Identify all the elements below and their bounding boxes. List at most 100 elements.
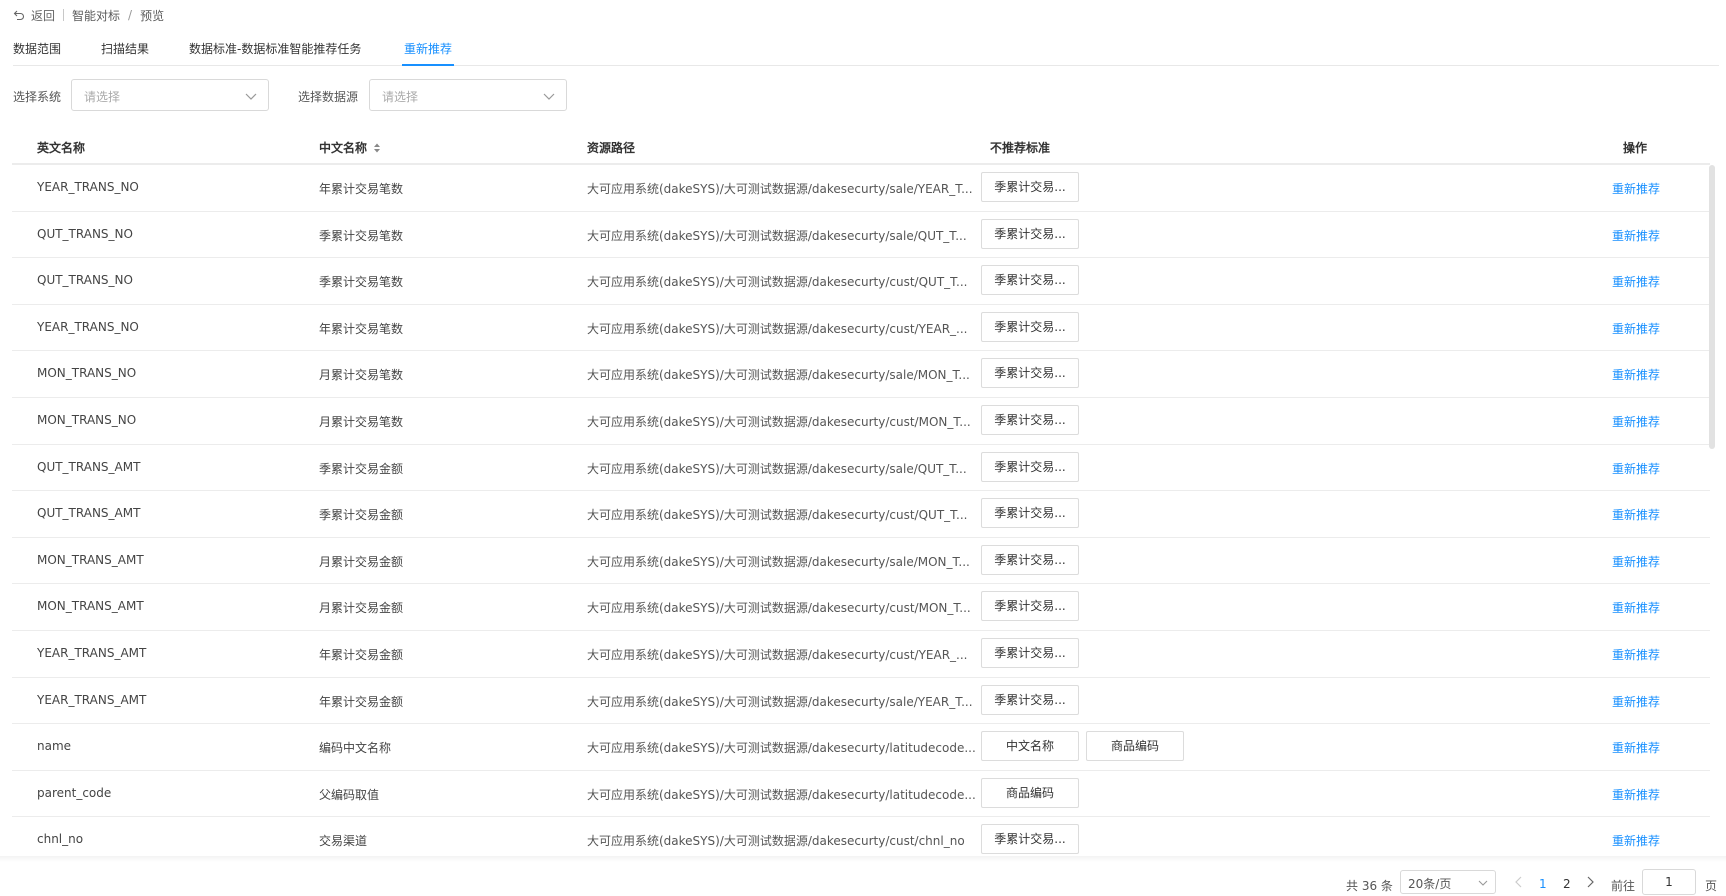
page-number-1[interactable]: 1 bbox=[1539, 877, 1547, 891]
standard-tag[interactable]: 商品编码 bbox=[981, 777, 1079, 808]
cell-resource-path: 大可应用系统(dakeSYS)/大可测试数据源/dakesecurty/cust… bbox=[587, 647, 968, 662]
standard-tag[interactable]: 季累计交易... bbox=[981, 311, 1079, 342]
standard-tag[interactable]: 季累计交易... bbox=[981, 404, 1079, 435]
re-recommend-link[interactable]: 重新推荐 bbox=[1612, 413, 1660, 430]
column-header-resource-path: 资源路径 bbox=[587, 141, 636, 155]
datasource-select-placeholder: 请选择 bbox=[382, 90, 419, 104]
standard-tag[interactable]: 季累计交易... bbox=[981, 218, 1079, 249]
standard-tag[interactable]: 季累计交易... bbox=[981, 451, 1079, 482]
cell-resource-path: 大可应用系统(dakeSYS)/大可测试数据源/dakesecurty/cust… bbox=[587, 601, 971, 616]
re-recommend-link[interactable]: 重新推荐 bbox=[1612, 786, 1660, 803]
standard-tag[interactable]: 季累计交易... bbox=[981, 591, 1079, 622]
cell-english-name: MON_TRANS_AMT bbox=[37, 552, 144, 567]
cell-english-name: MON_TRANS_NO bbox=[37, 366, 137, 381]
goto-label: 前往 bbox=[1611, 879, 1636, 893]
table-row: QUT_TRANS_AMT 季累计交易金额 大可应用系统(dakeSYS)/大可测试… bbox=[12, 445, 1710, 492]
re-recommend-link[interactable]: 重新推荐 bbox=[1612, 599, 1660, 616]
cell-chinese-name: 年累计交易金额 bbox=[319, 647, 404, 662]
datasource-filter-label: 选择数据源 bbox=[298, 90, 359, 104]
cell-resource-path: 大可应用系统(dakeSYS)/大可测试数据源/dakesecurty/cust… bbox=[587, 321, 968, 336]
cell-resource-path: 大可应用系统(dakeSYS)/大可测试数据源/dakesecurty/cust… bbox=[587, 508, 968, 523]
standard-tag[interactable]: 中文名称 bbox=[981, 731, 1079, 762]
back-button[interactable]: 返回 bbox=[13, 7, 55, 24]
cell-english-name: QUT_TRANS_AMT bbox=[37, 459, 141, 474]
tab-scan-results[interactable]: 扫描结果 bbox=[101, 41, 149, 65]
cell-resource-path: 大可应用系统(dakeSYS)/大可测试数据源/dakesecurty/sale… bbox=[587, 554, 970, 569]
standard-tag[interactable]: 季累计交易... bbox=[981, 684, 1079, 715]
table-body: YEAR_TRANS_NO 年累计交易笔数 大可应用系统(dakeSYS)/大可测试… bbox=[12, 165, 1710, 857]
table-header: 英文名称 中文名称 资源路径 不推荐标准 操作 bbox=[12, 127, 1710, 165]
cell-chinese-name: 年累计交易笔数 bbox=[319, 321, 404, 336]
table-row: parent_code 父编码取值 大可应用系统(dakeSYS)/大可测试数据源/… bbox=[12, 771, 1710, 818]
pagination-total: 共 36 条 bbox=[1346, 879, 1393, 893]
standard-tag[interactable]: 季累计交易... bbox=[981, 544, 1079, 575]
cell-resource-path: 大可应用系统(dakeSYS)/大可测试数据源/dakesecurty/lati… bbox=[587, 787, 976, 802]
cell-chinese-name: 季累计交易笔数 bbox=[319, 228, 404, 243]
system-select-placeholder: 请选择 bbox=[84, 90, 121, 104]
table-row: MON_TRANS_AMT 月累计交易金额 大可应用系统(dakeSYS)/大可测试… bbox=[12, 584, 1710, 631]
page-size-select[interactable]: 20条/页 bbox=[1400, 870, 1496, 894]
breadcrumb-item-preview: 预览 bbox=[140, 8, 165, 23]
tab-re-recommend[interactable]: 重新推荐 bbox=[401, 41, 455, 66]
back-label: 返回 bbox=[31, 8, 56, 23]
table-bottom-shadow bbox=[0, 856, 1726, 862]
breadcrumb-divider bbox=[63, 9, 65, 21]
cell-resource-path: 大可应用系统(dakeSYS)/大可测试数据源/dakesecurty/sale… bbox=[587, 228, 967, 243]
standard-tag[interactable]: 季累计交易... bbox=[981, 824, 1079, 855]
cell-english-name: MON_TRANS_AMT bbox=[37, 599, 144, 614]
standard-tag[interactable]: 季累计交易... bbox=[981, 172, 1079, 202]
cell-chinese-name: 月累计交易金额 bbox=[319, 554, 404, 569]
table-scrollbar[interactable] bbox=[1709, 165, 1715, 449]
cell-resource-path: 大可应用系统(dakeSYS)/大可测试数据源/dakesecurty/sale… bbox=[587, 368, 970, 383]
standard-tag[interactable]: 季累计交易... bbox=[981, 498, 1079, 529]
table-row: name 编码中文名称 大可应用系统(dakeSYS)/大可测试数据源/dakese… bbox=[12, 724, 1710, 771]
tab-standard-recommend-task[interactable]: 数据标准-数据标准智能推荐任务 bbox=[189, 41, 361, 65]
table-row: MON_TRANS_NO 月累计交易笔数 大可应用系统(dakeSYS)/大可测试数… bbox=[12, 398, 1710, 445]
table-row: QUT_TRANS_AMT 季累计交易金额 大可应用系统(dakeSYS)/大可测试… bbox=[12, 491, 1710, 538]
breadcrumb-item-smart-benchmark[interactable]: 智能对标 bbox=[72, 7, 120, 24]
table-row: QUT_TRANS_NO 季累计交易笔数 大可应用系统(dakeSYS)/大可测试数… bbox=[12, 212, 1710, 259]
re-recommend-link[interactable]: 重新推荐 bbox=[1612, 320, 1660, 337]
sort-icon[interactable] bbox=[373, 142, 381, 154]
breadcrumb: 返回 智能对标 / 预览 bbox=[13, 7, 164, 23]
re-recommend-link[interactable]: 重新推荐 bbox=[1612, 366, 1660, 383]
re-recommend-link[interactable]: 重新推荐 bbox=[1612, 460, 1660, 477]
re-recommend-link[interactable]: 重新推荐 bbox=[1612, 646, 1660, 663]
re-recommend-link[interactable]: 重新推荐 bbox=[1612, 180, 1660, 197]
tab-data-scope[interactable]: 数据范围 bbox=[13, 41, 61, 65]
cell-english-name: YEAR_TRANS_NO bbox=[37, 180, 139, 194]
standard-tag[interactable]: 商品编码 bbox=[1086, 731, 1184, 762]
datasource-select[interactable]: 请选择 bbox=[369, 79, 567, 111]
system-select[interactable]: 请选择 bbox=[71, 79, 269, 111]
page-number-2[interactable]: 2 bbox=[1563, 877, 1571, 891]
re-recommend-link[interactable]: 重新推荐 bbox=[1612, 693, 1660, 710]
re-recommend-link[interactable]: 重新推荐 bbox=[1612, 553, 1660, 570]
goto-page-input[interactable]: 1 bbox=[1642, 869, 1696, 895]
table-row: QUT_TRANS_NO 季累计交易笔数 大可应用系统(dakeSYS)/大可测试数… bbox=[12, 258, 1710, 305]
cell-english-name: name bbox=[37, 739, 72, 754]
chevron-down-icon bbox=[543, 93, 555, 100]
re-recommend-link[interactable]: 重新推荐 bbox=[1612, 739, 1660, 756]
re-recommend-link[interactable]: 重新推荐 bbox=[1612, 273, 1660, 290]
column-header-chinese-name-label: 中文名称 bbox=[319, 141, 368, 155]
tab-bar: 数据范围 扫描结果 数据标准-数据标准智能推荐任务 重新推荐 bbox=[13, 38, 1719, 66]
standard-tag[interactable]: 季累计交易... bbox=[981, 637, 1079, 668]
recommend-table: 英文名称 中文名称 资源路径 不推荐标准 操作 YEAR_TRANS_NO 年累计… bbox=[12, 127, 1710, 857]
standard-tag[interactable]: 季累计交易... bbox=[981, 358, 1079, 389]
goto-unit: 页 bbox=[1705, 879, 1718, 893]
re-recommend-link[interactable]: 重新推荐 bbox=[1612, 832, 1660, 849]
cell-chinese-name: 月累计交易笔数 bbox=[319, 368, 404, 383]
table-row: YEAR_TRANS_NO 年累计交易笔数 大可应用系统(dakeSYS)/大可测试… bbox=[12, 165, 1710, 212]
prev-page-icon[interactable] bbox=[1512, 874, 1526, 890]
next-page-icon[interactable] bbox=[1583, 874, 1597, 890]
column-header-operation: 操作 bbox=[1623, 141, 1648, 155]
cell-english-name: MON_TRANS_NO bbox=[37, 412, 137, 427]
standard-tag[interactable]: 季累计交易... bbox=[981, 265, 1079, 296]
re-recommend-link[interactable]: 重新推荐 bbox=[1612, 227, 1660, 244]
cell-english-name: QUT_TRANS_NO bbox=[37, 273, 133, 288]
column-header-english-name: 英文名称 bbox=[37, 141, 86, 155]
cell-resource-path: 大可应用系统(dakeSYS)/大可测试数据源/dakesecurty/lati… bbox=[587, 741, 976, 756]
chevron-down-icon bbox=[1478, 880, 1488, 886]
re-recommend-link[interactable]: 重新推荐 bbox=[1612, 506, 1660, 523]
column-header-chinese-name[interactable]: 中文名称 bbox=[319, 139, 381, 156]
